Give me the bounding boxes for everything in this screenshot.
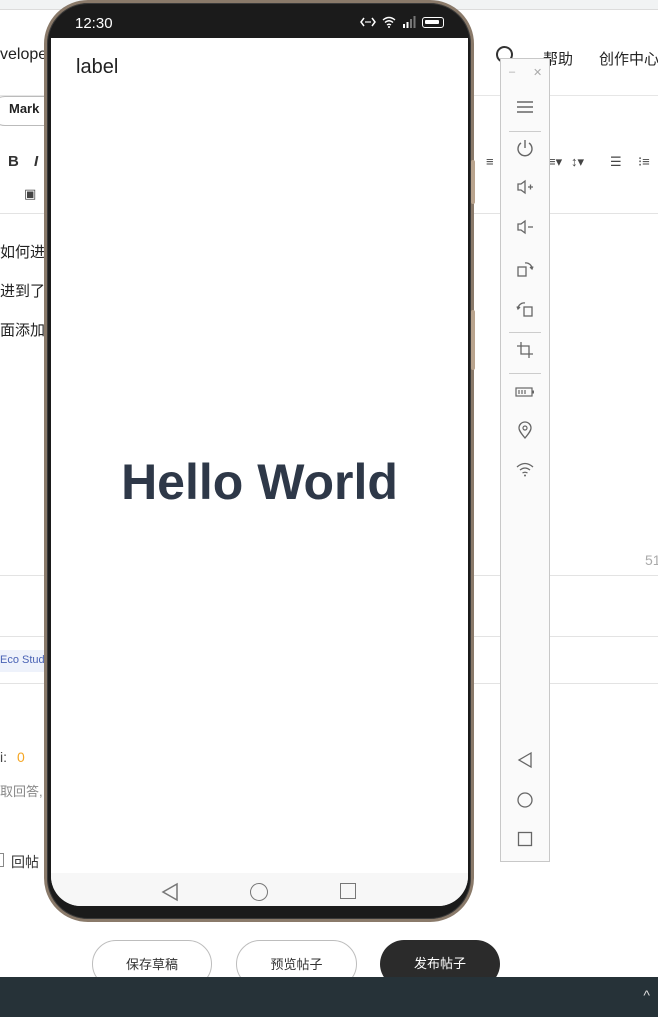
- power-icon[interactable]: [513, 139, 537, 163]
- ordered-list-icon[interactable]: ☰: [610, 154, 622, 170]
- bullet-list-icon[interactable]: ⁝≡: [638, 154, 650, 170]
- editor-line: 进到了: [0, 283, 46, 300]
- battery-icon: [422, 16, 444, 28]
- line-height-icon[interactable]: ↕▾: [571, 154, 584, 170]
- wifi-icon: [382, 16, 396, 28]
- volume-up-icon[interactable]: [513, 179, 537, 203]
- nfc-icon: [360, 17, 376, 27]
- editor-line: 面添加: [0, 322, 46, 339]
- reward-row: i: 0: [0, 749, 25, 765]
- taskbar: ^: [0, 977, 658, 1017]
- phone-nav-bar: [51, 873, 468, 906]
- battery-icon[interactable]: [513, 381, 537, 405]
- app-label: label: [76, 56, 119, 78]
- reward-value: 0: [17, 749, 25, 765]
- indent-icon[interactable]: ≡▾: [548, 154, 562, 170]
- phone-side-button: [471, 160, 475, 204]
- minimize-icon[interactable]: –: [509, 66, 515, 78]
- recents-icon[interactable]: [340, 883, 356, 899]
- wifi-icon[interactable]: [513, 461, 537, 485]
- home-icon[interactable]: [250, 883, 268, 901]
- hint-text: 取回答,: [0, 784, 43, 799]
- topic-tag[interactable]: Eco Stud: [0, 650, 48, 672]
- hello-world-text: Hello World: [121, 454, 398, 510]
- status-bar: 12:30: [51, 8, 468, 38]
- reply-checkbox-label: 回帖: [11, 854, 39, 870]
- panel-divider: [509, 131, 541, 132]
- home-icon[interactable]: [513, 791, 537, 815]
- phone-side-button: [471, 310, 475, 370]
- back-icon[interactable]: [161, 882, 179, 902]
- crop-icon[interactable]: [513, 341, 537, 365]
- rotate-right-icon[interactable]: [513, 260, 537, 284]
- recents-icon[interactable]: [513, 831, 537, 855]
- location-icon[interactable]: [513, 421, 537, 445]
- panel-divider: [509, 332, 541, 333]
- desktop: velope 帮助 创作中心 Mark B I ≡ ≡▾ ↕▾ ☰ ⁝≡ ▣ 如…: [0, 0, 658, 1017]
- back-icon[interactable]: [513, 751, 537, 775]
- paste-icon[interactable]: ▣: [24, 186, 36, 202]
- status-icons: [360, 16, 444, 28]
- signal-icon: [403, 16, 416, 28]
- bold-button[interactable]: B: [8, 153, 19, 170]
- reward-label: i:: [0, 749, 7, 765]
- site-title: velope: [0, 46, 48, 63]
- reply-checkbox[interactable]: [0, 853, 4, 867]
- panel-divider: [509, 373, 541, 374]
- creator-center-link[interactable]: 创作中心: [599, 48, 658, 69]
- volume-down-icon[interactable]: [513, 219, 537, 243]
- char-count: 51: [645, 552, 658, 568]
- phone-screen: label Hello World: [51, 38, 468, 906]
- rotate-left-icon[interactable]: [513, 300, 537, 324]
- panel-titlebar: – ✕: [501, 59, 549, 89]
- align-right-icon[interactable]: ≡: [486, 154, 494, 169]
- status-time: 12:30: [75, 15, 113, 32]
- chevron-up-icon[interactable]: ^: [643, 987, 650, 1003]
- emulator-control-panel: – ✕: [500, 58, 550, 862]
- close-icon[interactable]: ✕: [533, 66, 542, 79]
- menu-icon[interactable]: [513, 98, 537, 122]
- editor-line: 如何进: [0, 244, 46, 261]
- italic-button[interactable]: I: [34, 153, 38, 170]
